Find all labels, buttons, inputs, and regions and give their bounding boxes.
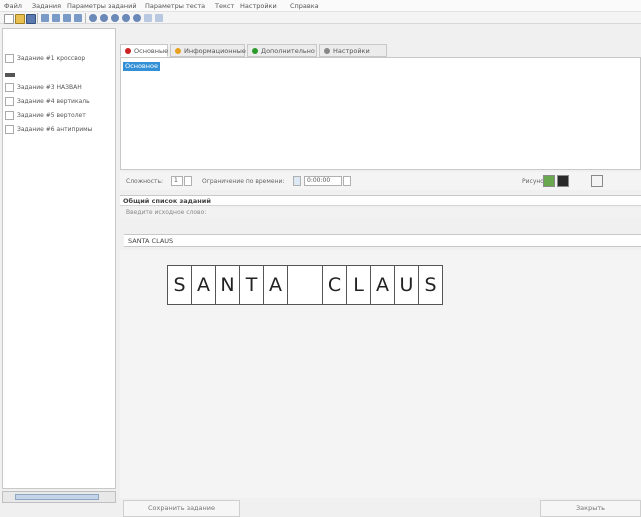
- letter-cell[interactable]: U: [394, 265, 419, 305]
- section-subheader: Введите исходное слово:: [120, 208, 641, 218]
- toolbar: [0, 12, 641, 24]
- section-header: Общий список заданий: [120, 195, 641, 206]
- tab-info-icon: [175, 48, 181, 54]
- tab-settings-icon: [324, 48, 330, 54]
- menu-settings[interactable]: Настройки: [240, 2, 277, 10]
- picture-browse-icon[interactable]: [591, 175, 603, 187]
- task-label: Задание #3 НАЗВАН: [17, 84, 82, 91]
- letter-cell[interactable]: S: [418, 265, 443, 305]
- menu-tasks[interactable]: Задания: [32, 2, 61, 10]
- section-title: Общий список заданий: [123, 197, 211, 205]
- tab-info-label: Информационные: [184, 47, 246, 55]
- arrow-icon[interactable]: [144, 14, 152, 22]
- filter-add-icon[interactable]: [52, 14, 60, 22]
- tab-main-icon: [125, 48, 131, 54]
- task-item[interactable]: Задание #1 кроссвор: [5, 53, 115, 65]
- task-icon: [5, 111, 14, 120]
- circle-icon[interactable]: [111, 14, 119, 22]
- difficulty-label: Сложность:: [126, 178, 164, 185]
- category-list: Основное: [120, 57, 641, 170]
- tab-extra-label: Дополнительно: [261, 47, 315, 55]
- open-folder-icon[interactable]: [15, 14, 25, 24]
- task-folder-icon: [5, 73, 15, 77]
- task-list-panel: Задание #1 кроссвор Задание #3 НАЗВАН За…: [2, 28, 116, 489]
- circle-icon[interactable]: [100, 14, 108, 22]
- letter-cell[interactable]: C: [322, 265, 347, 305]
- task-item[interactable]: Задание #6 антипримы: [5, 124, 115, 136]
- tab-extra-icon: [252, 48, 258, 54]
- picture-add-icon[interactable]: [543, 175, 555, 187]
- new-file-icon[interactable]: [4, 14, 14, 24]
- difficulty-spinner[interactable]: [184, 176, 192, 186]
- task-label: Задание #5 вертолет: [17, 112, 86, 119]
- task-icon: [5, 97, 14, 106]
- time-limit-label: Ограничение по времени:: [202, 178, 285, 185]
- arrow-icon[interactable]: [155, 14, 163, 22]
- task-icon: [5, 125, 14, 134]
- picture-remove-icon[interactable]: [557, 175, 569, 187]
- menu-task-params[interactable]: Параметры заданий: [67, 2, 137, 10]
- task-label: Задание #1 кроссвор: [17, 55, 86, 62]
- time-limit-field[interactable]: 0:00:00: [304, 176, 342, 186]
- time-limit-checkbox[interactable]: [293, 176, 301, 186]
- filter-clear-icon[interactable]: [74, 14, 82, 22]
- filter-icon[interactable]: [41, 14, 49, 22]
- toolbar-separator: [85, 13, 86, 23]
- letter-cell[interactable]: A: [191, 265, 216, 305]
- letter-cell[interactable]: S: [167, 265, 192, 305]
- tab-settings[interactable]: Настройки: [319, 44, 387, 57]
- letter-cell[interactable]: A: [263, 265, 288, 305]
- tab-main[interactable]: Основные: [120, 44, 168, 57]
- menu-file[interactable]: Файл: [4, 2, 22, 10]
- tab-main-label: Основные: [134, 47, 169, 55]
- letter-cell[interactable]: A: [370, 265, 395, 305]
- selected-list-item[interactable]: Основное: [123, 62, 160, 71]
- task-item[interactable]: Задание #3 НАЗВАН: [5, 82, 115, 94]
- scrollbar-thumb[interactable]: [15, 494, 99, 500]
- task-icon: [5, 54, 14, 63]
- close-button[interactable]: Закрыть: [540, 500, 641, 517]
- task-item[interactable]: Задание #4 вертикаль: [5, 96, 115, 108]
- time-limit-spinner[interactable]: [343, 176, 351, 186]
- letter-cell-blank[interactable]: [287, 265, 323, 305]
- save-task-button[interactable]: Сохранить задание: [123, 500, 240, 517]
- tab-settings-label: Настройки: [333, 47, 370, 55]
- filter-remove-icon[interactable]: [63, 14, 71, 22]
- circle-icon[interactable]: [133, 14, 141, 22]
- task-item[interactable]: Задание #5 вертолет: [5, 110, 115, 122]
- menu-text[interactable]: Текст: [215, 2, 234, 10]
- letter-cell[interactable]: N: [215, 265, 240, 305]
- task-label: Задание #6 антипримы: [17, 126, 93, 133]
- menu-bar: Файл Задания Параметры заданий Параметры…: [0, 0, 641, 12]
- task-label: Задание #4 вертикаль: [17, 98, 90, 105]
- tab-bar: Основные Информационные Дополнительно На…: [120, 44, 641, 57]
- task-icon: [5, 83, 14, 92]
- section-subtitle: Введите исходное слово:: [126, 209, 207, 216]
- task-controls: Сложность: 1 Ограничение по времени: 0:0…: [120, 172, 641, 190]
- letter-cell[interactable]: T: [239, 265, 264, 305]
- task-list-scrollbar[interactable]: [2, 491, 116, 503]
- circle-icon[interactable]: [89, 14, 97, 22]
- menu-test-params[interactable]: Параметры теста: [145, 2, 205, 10]
- circle-icon[interactable]: [122, 14, 130, 22]
- tab-extra[interactable]: Дополнительно: [247, 44, 317, 57]
- save-icon[interactable]: [26, 14, 36, 24]
- letter-cell[interactable]: L: [346, 265, 371, 305]
- word-input[interactable]: SANTA CLAUS: [124, 234, 641, 247]
- difficulty-field[interactable]: 1: [171, 176, 183, 186]
- menu-help[interactable]: Справка: [290, 2, 319, 10]
- tab-info[interactable]: Информационные: [170, 44, 246, 57]
- toolbar-separator: [37, 13, 38, 23]
